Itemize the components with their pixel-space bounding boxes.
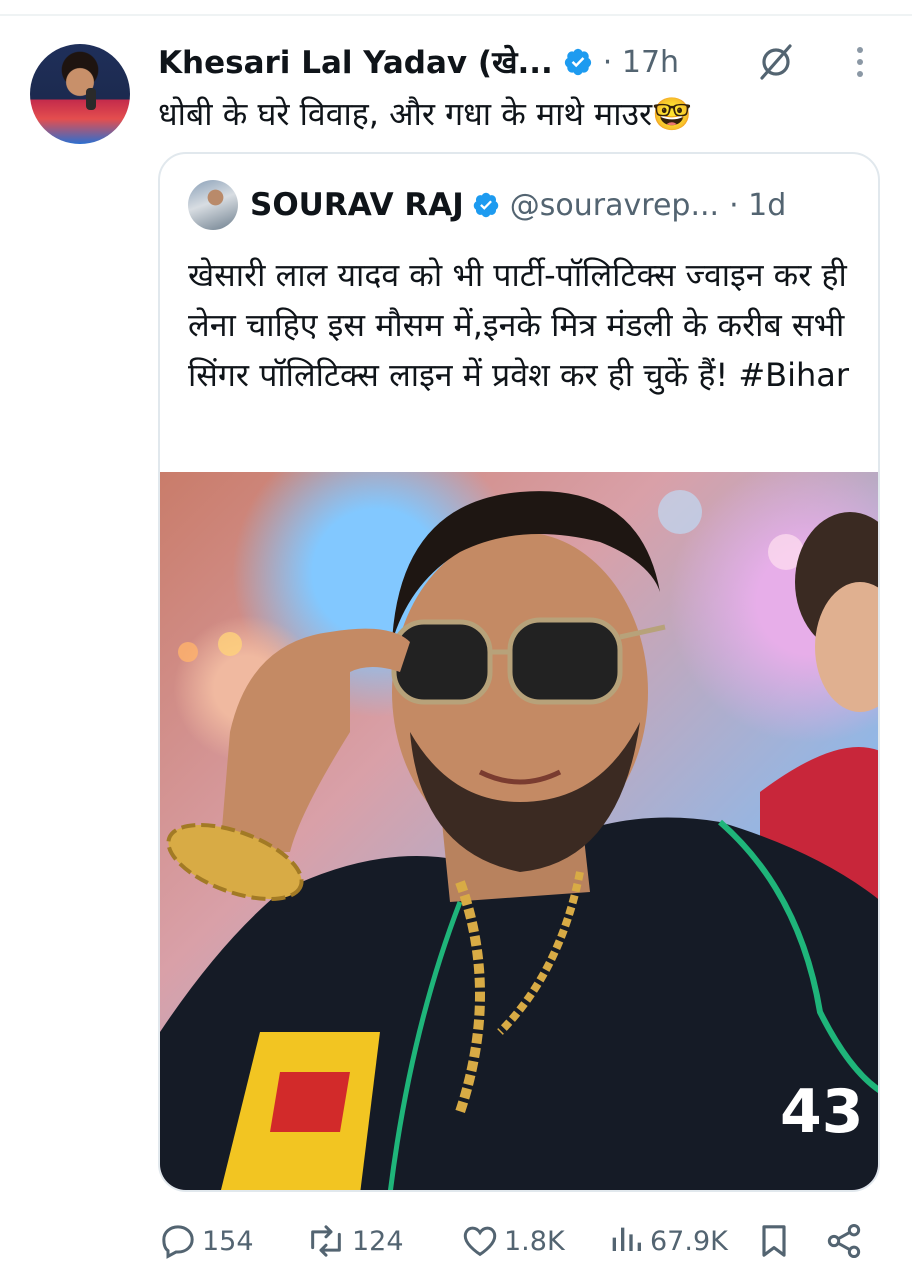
quoted-tweet-time[interactable]: · 1d (729, 188, 786, 223)
repost-button[interactable]: 124 (304, 1218, 404, 1264)
reply-button[interactable]: 154 (158, 1218, 254, 1264)
bookmark-button[interactable] (754, 1218, 798, 1264)
reply-icon (162, 1225, 194, 1259)
microphone-image (86, 88, 96, 110)
more-vertical-icon[interactable] (848, 44, 872, 80)
quoted-tweet-header: SOURAV RAJ @souravrep... · 1d (250, 180, 786, 230)
views-count: 67.9K (650, 1225, 728, 1257)
verified-badge-icon (564, 48, 591, 76)
like-count: 1.8K (504, 1225, 565, 1257)
views-button[interactable]: 67.9K (606, 1218, 728, 1264)
tweet-actions-bar: 154 124 1.8K 67.9K (158, 1218, 880, 1264)
repost-count: 124 (352, 1225, 404, 1257)
tweet-text: धोबी के घरे विवाह, और गधा के माथे माउर🤓 (158, 95, 692, 133)
quoted-tweet-card[interactable]: SOURAV RAJ @souravrep... · 1d खेसारी लाल… (158, 152, 880, 1192)
heart-icon (463, 1226, 497, 1257)
hashtag-link[interactable]: #Bihar (738, 356, 849, 394)
bookmark-icon (762, 1225, 786, 1257)
verified-badge-icon (473, 192, 499, 218)
share-button[interactable] (824, 1218, 868, 1264)
quoted-author-avatar[interactable] (188, 180, 238, 230)
photo-illustration: 43 (160, 490, 878, 1190)
views-icon (612, 1227, 641, 1251)
repost-icon (311, 1225, 341, 1257)
tweet-time[interactable]: · 17h (603, 45, 679, 80)
grok-icon[interactable] (756, 42, 796, 82)
share-icon (827, 1224, 861, 1258)
quoted-tweet-text: खेसारी लाल यादव को भी पार्टी-पॉलिटिक्स ज… (188, 250, 868, 400)
tweet-header: Khesari Lal Yadav (खे... · 17h (158, 40, 679, 84)
jersey-number: 43 (780, 1077, 864, 1147)
quoted-author-name[interactable]: SOURAV RAJ (250, 187, 464, 223)
like-button[interactable]: 1.8K (460, 1218, 565, 1264)
quoted-tweet-photo[interactable]: 43 (160, 472, 878, 1190)
author-name[interactable]: Khesari Lal Yadav (खे... (158, 41, 553, 83)
top-divider (0, 14, 912, 16)
author-avatar[interactable] (30, 44, 130, 144)
quoted-author-handle[interactable]: @souravrep... (510, 188, 719, 223)
reply-count: 154 (202, 1225, 254, 1257)
